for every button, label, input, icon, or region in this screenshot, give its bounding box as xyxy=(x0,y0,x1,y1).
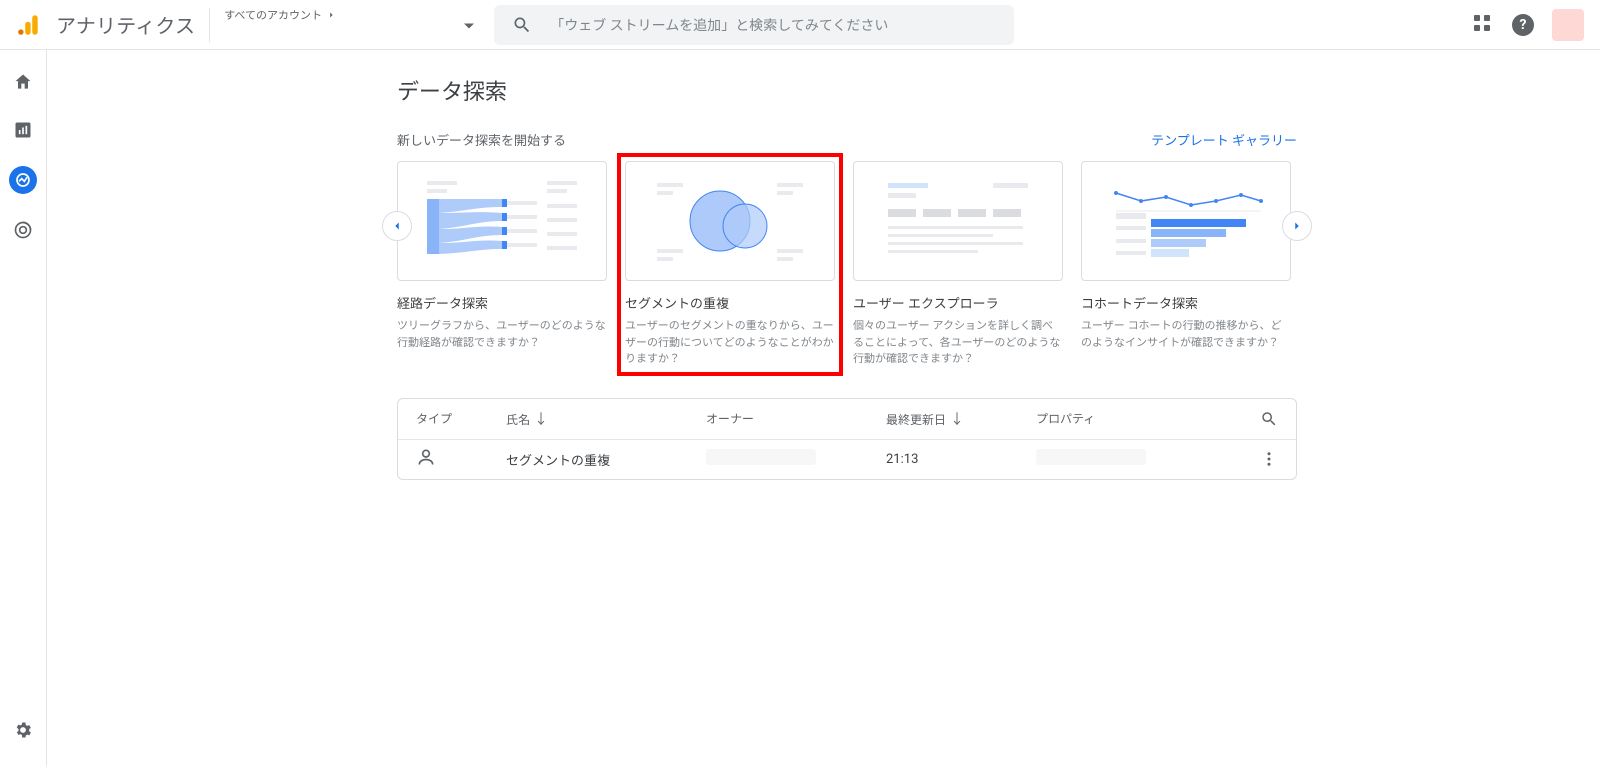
row-owner xyxy=(706,449,886,469)
card-desc: ツリーグラフから、ユーザーのどのような行動経路が確認できますか？ xyxy=(397,318,607,351)
apps-icon[interactable] xyxy=(1474,15,1494,35)
nav-reports-icon[interactable] xyxy=(11,118,35,142)
account-top-label: すべてのアカウント xyxy=(224,7,322,23)
template-gallery-link[interactable]: テンプレート ギャラリー xyxy=(1151,130,1297,149)
nav-settings-icon[interactable] xyxy=(11,718,35,742)
col-header-property[interactable]: プロパティ xyxy=(1036,410,1238,427)
start-label: 新しいデータ探索を開始する xyxy=(397,130,566,149)
col-header-owner[interactable]: オーナー xyxy=(706,410,886,427)
analytics-logo[interactable] xyxy=(16,12,42,38)
row-type-icon xyxy=(416,447,506,471)
card-title: コホートデータ探索 xyxy=(1081,293,1291,312)
sort-arrow-icon: ↓ xyxy=(534,412,548,428)
carousel-prev-button[interactable] xyxy=(382,211,412,241)
card-segment-overlap[interactable]: セグメントの重複 ユーザーのセグメントの重なりから、ユーザーの行動についてどのよ… xyxy=(619,155,841,374)
card-title: 経路データ探索 xyxy=(397,293,607,312)
list-header: タイプ 氏名↓ オーナー 最終更新日↓ プロパティ xyxy=(398,399,1296,439)
card-cohort-exploration[interactable]: コホートデータ探索 ユーザー コホートの行動の推移から、どのようなインサイトが確… xyxy=(1081,161,1291,368)
carousel-next-button[interactable] xyxy=(1282,211,1312,241)
search-icon xyxy=(512,15,532,35)
main-content: データ探索 新しいデータ探索を開始する テンプレート ギャラリー xyxy=(47,50,1600,766)
row-more-button[interactable] xyxy=(1238,450,1278,468)
search-input[interactable]: 「ウェブ ストリームを追加」と検索してみてください xyxy=(494,5,1014,45)
search-placeholder: 「ウェブ ストリームを追加」と検索してみてください xyxy=(550,15,888,35)
row-property xyxy=(1036,449,1238,469)
list-row[interactable]: セグメントの重複 21:13 xyxy=(398,439,1296,479)
nav-explore-icon[interactable] xyxy=(9,166,37,194)
nav-advertising-icon[interactable] xyxy=(11,218,35,242)
card-user-explorer[interactable]: ユーザー エクスプローラ 個々のユーザー アクションを詳しく調べることによって、… xyxy=(853,161,1063,368)
page-title: データ探索 xyxy=(397,74,1297,106)
left-nav-rail xyxy=(0,50,47,766)
chevron-down-icon xyxy=(464,23,474,28)
app-header: アナリティクス すべてのアカウント Property 「ウェブ ストリームを追加… xyxy=(0,0,1600,50)
divider xyxy=(209,8,210,42)
col-header-type[interactable]: タイプ xyxy=(416,410,506,427)
avatar[interactable] xyxy=(1552,9,1584,41)
card-title: セグメントの重複 xyxy=(625,293,835,312)
col-header-updated[interactable]: 最終更新日↓ xyxy=(886,409,1036,429)
sort-arrow-icon: ↓ xyxy=(950,412,964,428)
card-title: ユーザー エクスプローラ xyxy=(853,293,1063,312)
account-selector[interactable]: すべてのアカウント Property xyxy=(224,3,474,46)
card-path-exploration[interactable]: 経路データ探索 ツリーグラフから、ユーザーのどのような行動経路が確認できますか？ xyxy=(397,161,607,368)
card-desc: ユーザー コホートの行動の推移から、どのようなインサイトが確認できますか？ xyxy=(1081,318,1291,351)
list-search-button[interactable] xyxy=(1238,410,1278,428)
nav-home-icon[interactable] xyxy=(11,70,35,94)
template-cards-row: 経路データ探索 ツリーグラフから、ユーザーのどのような行動経路が確認できますか？ xyxy=(397,161,1297,368)
row-updated: 21:13 xyxy=(886,452,1036,467)
row-name: セグメントの重複 xyxy=(506,450,706,469)
explorations-list: タイプ 氏名↓ オーナー 最終更新日↓ プロパティ xyxy=(397,398,1297,480)
col-header-name[interactable]: 氏名↓ xyxy=(506,409,706,429)
card-desc: ユーザーのセグメントの重なりから、ユーザーの行動についてどのようなことがわかりま… xyxy=(625,318,835,368)
app-title: アナリティクス xyxy=(56,10,195,39)
card-desc: 個々のユーザー アクションを詳しく調べることによって、各ユーザーのどのような行動… xyxy=(853,318,1063,368)
help-icon[interactable]: ? xyxy=(1512,14,1534,36)
